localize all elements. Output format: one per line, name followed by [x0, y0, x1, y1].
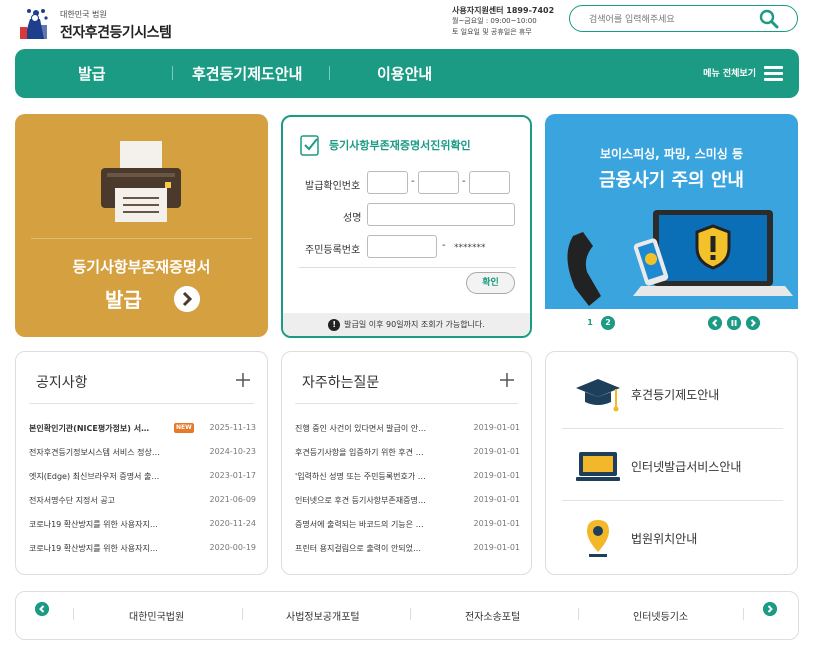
link-judicial-info-portal[interactable]: 사법정보공개포털: [286, 608, 360, 623]
divider: [73, 608, 74, 620]
list-item[interactable]: 인터넷으로 후견 등기사항부존재증명… 2019-01-01: [295, 495, 520, 507]
new-badge: NEW: [174, 423, 194, 433]
graduation-cap-icon: [576, 379, 620, 412]
court-logo-icon: [20, 9, 48, 39]
support-info: 사용자지원센터 1899-7402 월~금요일 : 09:00~10:00 토 …: [452, 5, 564, 38]
fraud-warning-banner[interactable]: 보이스피싱, 파밍, 스미싱 등 금융사기 주의 안내 1 2: [545, 114, 798, 337]
notice-panel: 공지사항 본인확인기관(NICE평가정보) 서… NEW 2025-11-13 …: [15, 351, 268, 575]
card-divider: [31, 238, 252, 239]
issue-card-title: 등기사항부존재증명서: [72, 258, 211, 276]
chevron-right-icon[interactable]: [174, 286, 200, 312]
plus-icon[interactable]: [235, 372, 251, 388]
location-pin-icon: [587, 520, 609, 557]
nav-divider: [172, 66, 173, 80]
support-holiday: 토 일요일 및 공휴일은 휴무: [452, 28, 532, 36]
confirm-number-input-1[interactable]: [367, 171, 408, 194]
banner-subtitle: 보이스피싱, 파밍, 스미싱 등: [599, 147, 744, 161]
panel-divider: [295, 403, 518, 404]
quick-link-guardianship[interactable]: 후견등기제도안내: [546, 356, 799, 428]
confirm-number-input-2[interactable]: [418, 171, 459, 194]
chevron-left-icon[interactable]: [35, 602, 49, 616]
issue-certificate-card[interactable]: 등기사항부존재증명서 발급: [15, 114, 268, 337]
search-box[interactable]: 검색어를 입력해주세요: [569, 5, 798, 32]
list-item[interactable]: 코로나19 확산방지를 위한 사용자지… 2020-11-24: [29, 519, 256, 531]
label-name: 성명: [343, 213, 362, 224]
dash: -: [462, 176, 466, 187]
faq-title[interactable]: 자주하는질문: [302, 372, 379, 392]
list-item[interactable]: 전자서명수단 지정서 공고 2021-06-09: [29, 495, 256, 507]
phone-laptop-shield-icon: [567, 210, 793, 306]
checklist-icon: [300, 135, 319, 156]
authenticity-check-card: 등기사항부존재증명서진위확인 발급확인번호 - - 성명 주민등록번호 - **…: [281, 115, 532, 338]
banner-title: 금융사기 주의 안내: [598, 170, 744, 191]
form-divider: [299, 267, 516, 268]
support-hours: 월~금요일 : 09:00~10:00: [452, 17, 537, 25]
verify-title: 등기사항부존재증명서진위확인: [329, 139, 471, 152]
dash: -: [442, 240, 446, 251]
notice-text: 발급일 이후 90일까지 조회가 가능합니다.: [344, 320, 485, 329]
quick-link-court-location[interactable]: 법원위치안내: [546, 500, 799, 572]
list-item[interactable]: 본인확인기관(NICE평가정보) 서… NEW 2025-11-13: [29, 423, 256, 435]
link-internet-registry[interactable]: 인터넷등기소: [633, 608, 688, 623]
quick-links-panel: 후견등기제도안내 인터넷발급서비스안내 법원위치안내: [545, 351, 798, 575]
laptop-icon: [576, 452, 620, 481]
all-menu-button[interactable]: 메뉴 전체보기: [703, 66, 756, 79]
site-header: 대한민국 법원 전자후견등기시스템 사용자지원센터 1899-7402 월~금요…: [0, 0, 814, 48]
chevron-right-icon[interactable]: [763, 602, 777, 616]
link-e-litigation-portal[interactable]: 전자소송포털: [465, 608, 520, 623]
list-item[interactable]: 진행 중인 사건이 있다면서 발급이 안… 2019-01-01: [295, 423, 520, 435]
list-item[interactable]: 증명서에 출력되는 바코드의 기능은 … 2019-01-01: [295, 519, 520, 531]
banner-page-1[interactable]: 1: [583, 316, 597, 330]
list-item[interactable]: 프린터 용지걸림으로 출력이 안되었… 2019-01-01: [295, 543, 520, 555]
plus-icon[interactable]: [499, 372, 515, 388]
banner-page-2[interactable]: 2: [601, 316, 615, 330]
divider: [410, 608, 411, 620]
pause-icon[interactable]: [727, 316, 741, 330]
resident-number-mask: *******: [454, 243, 486, 253]
main-nav: 발급 후견등기제도안내 이용안내 메뉴 전체보기: [15, 49, 799, 98]
divider: [242, 608, 243, 620]
logo-title: 전자후견등기시스템: [60, 25, 172, 41]
list-item[interactable]: 전자후견등기정보시스템 서비스 정상… 2024-10-23: [29, 447, 256, 459]
hamburger-icon[interactable]: [764, 66, 783, 81]
list-item[interactable]: 코로나19 확산방지를 위한 사용자지… 2020-00-19: [29, 543, 256, 555]
confirm-button[interactable]: 확인: [466, 272, 515, 294]
list-item[interactable]: '입력하신 성명 또는 주민등록번호가 … 2019-01-01: [295, 471, 520, 483]
related-sites-bar: 대한민국법원 사법정보공개포털 전자소송포털 인터넷등기소: [15, 591, 799, 640]
faq-panel: 자주하는질문 진행 중인 사건이 있다면서 발급이 안… 2019-01-01 …: [281, 351, 532, 575]
panel-divider: [29, 403, 254, 404]
notice-title[interactable]: 공지사항: [36, 372, 88, 392]
nav-item-guardianship-info[interactable]: 후견등기제도안내: [192, 63, 302, 84]
logo-subtitle: 대한민국 법원: [60, 10, 107, 19]
link-supreme-court[interactable]: 대한민국법원: [129, 608, 184, 623]
search-input[interactable]: 검색어를 입력해주세요: [589, 12, 675, 25]
issue-card-action: 발급: [105, 288, 142, 312]
quick-link-internet-issue[interactable]: 인터넷발급서비스안내: [546, 428, 799, 500]
label-confirm-number: 발급확인번호: [305, 181, 361, 192]
verify-notice: ! 발급일 이후 90일까지 조회가 가능합니다.: [283, 313, 530, 336]
divider: [743, 608, 744, 620]
label-resident-number: 주민등록번호: [305, 245, 361, 256]
resident-number-input[interactable]: [367, 235, 437, 258]
chevron-right-icon[interactable]: [746, 316, 760, 330]
name-input[interactable]: [367, 203, 515, 226]
nav-item-issue[interactable]: 발급: [78, 63, 106, 84]
confirm-number-input-3[interactable]: [469, 171, 510, 194]
banner-controls: 1 2: [545, 309, 798, 337]
exclamation-icon: !: [328, 318, 341, 331]
list-item[interactable]: 엣지(Edge) 최신브라우저 증명서 출… 2023-01-17: [29, 471, 256, 483]
support-phone: 사용자지원센터 1899-7402: [452, 6, 555, 15]
dash: -: [411, 176, 415, 187]
divider: [578, 608, 579, 620]
chevron-left-icon[interactable]: [708, 316, 722, 330]
site-logo[interactable]: 대한민국 법원 전자후견등기시스템: [16, 5, 216, 43]
search-icon[interactable]: [759, 9, 779, 29]
nav-item-usage-guide[interactable]: 이용안내: [377, 63, 432, 84]
nav-divider: [329, 66, 330, 80]
printer-icon: [101, 141, 181, 222]
list-item[interactable]: 후견등기사항을 입증하기 위한 후견 … 2019-01-01: [295, 447, 520, 459]
